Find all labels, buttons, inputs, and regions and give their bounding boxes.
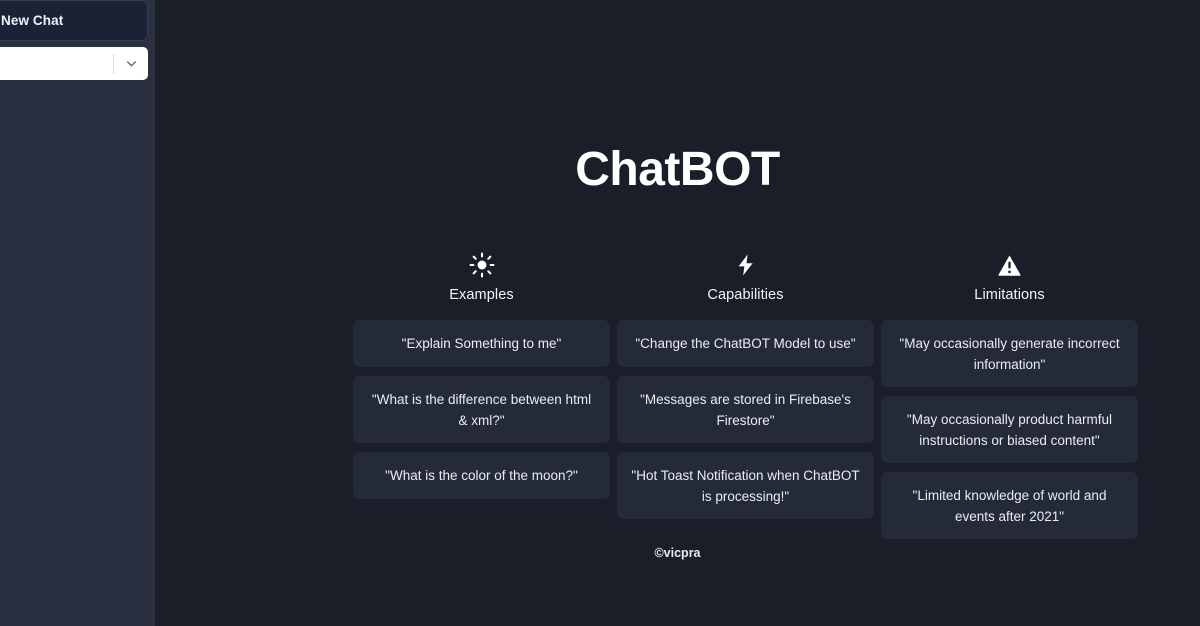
capability-card[interactable]: "Change the ChatBOT Model to use" [617, 320, 874, 367]
limitation-card[interactable]: "May occasionally generate incorrect inf… [881, 320, 1138, 387]
chevron-down-icon[interactable] [114, 56, 148, 71]
example-card[interactable]: "What is the difference between html & x… [353, 376, 610, 443]
column-title-capabilities: Capabilities [707, 287, 784, 303]
lightning-bolt-icon [734, 250, 758, 280]
model-select-dropdown[interactable] [0, 47, 148, 80]
capability-card[interactable]: "Hot Toast Notification when ChatBOT is … [617, 452, 874, 519]
column-title-examples: Examples [449, 287, 514, 303]
new-chat-button[interactable]: New Chat [0, 0, 148, 41]
sun-icon [468, 250, 495, 280]
column-examples: Examples "Explain Something to me" "What… [353, 250, 610, 539]
column-capabilities: Capabilities "Change the ChatBOT Model t… [617, 250, 874, 539]
limitation-card[interactable]: "Limited knowledge of world and events a… [881, 472, 1138, 539]
warning-triangle-icon [997, 250, 1022, 280]
cards-examples: "Explain Something to me" "What is the d… [353, 320, 610, 499]
example-card[interactable]: "Explain Something to me" [353, 320, 610, 367]
capability-card[interactable]: "Messages are stored in Firebase's Fires… [617, 376, 874, 443]
cards-limitations: "May occasionally generate incorrect inf… [881, 320, 1138, 539]
feature-columns: Examples "Explain Something to me" "What… [353, 250, 1138, 539]
example-card[interactable]: "What is the color of the moon?" [353, 452, 610, 499]
column-limitations: Limitations "May occasionally generate i… [881, 250, 1138, 539]
column-title-limitations: Limitations [974, 287, 1045, 303]
cards-capabilities: "Change the ChatBOT Model to use" "Messa… [617, 320, 874, 519]
page-title: ChatBOT [575, 143, 780, 196]
main-content: ChatBOT Examples "Explain Something to m… [155, 0, 1200, 626]
footer-credit: ©vicpra [654, 546, 701, 560]
limitation-card[interactable]: "May occasionally product harmful instru… [881, 396, 1138, 463]
new-chat-label: New Chat [1, 13, 64, 28]
sidebar: New Chat [0, 0, 155, 626]
